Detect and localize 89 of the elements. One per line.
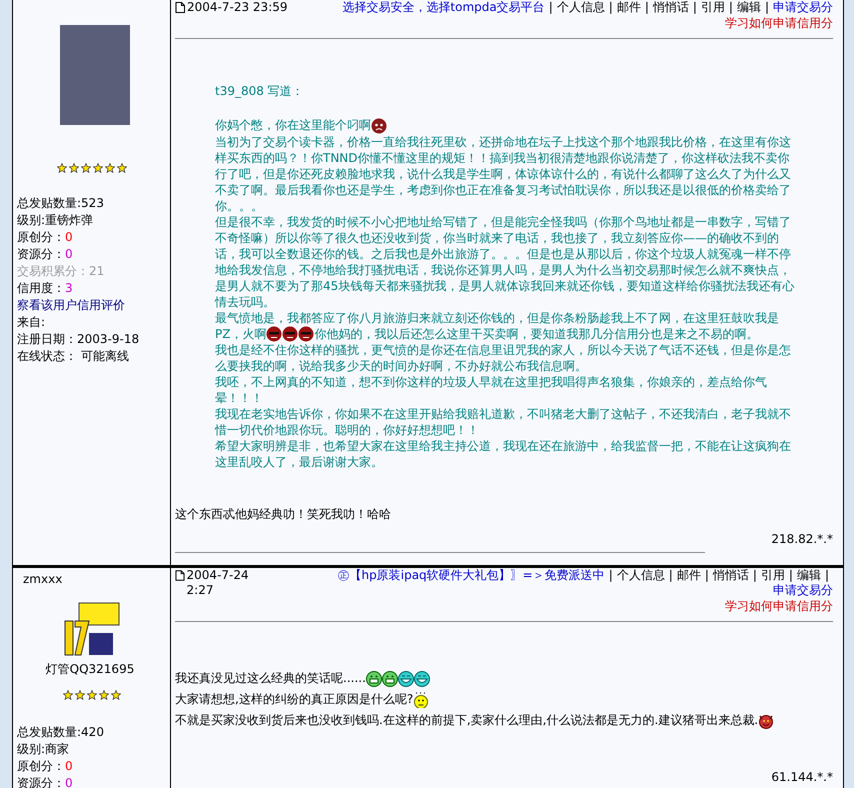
sunglasses-face-icon [266, 326, 282, 342]
separator: | [704, 568, 709, 582]
stat-text: 注册日期：2003-9-18 [17, 331, 140, 348]
stat-text: 来自: [17, 314, 46, 331]
quote-text: 但是很不幸，我发货的时候不小心把地址给写错了，但是能完全怪我吗（你那个鸟地址都是一串数字，写错了不奇怪嘛）所以你等了很久也还没收到货，你当时就来了电话，我也接了，我立刻答应你——的确收不到的话，我可以全数退还你的钱。之后我也是外出旅游了。。。但是也是从那以后，你这个垃圾人就冤魂一样不停地给我发信息，不停地给我打骚扰电话，我说你还算男人吗，是男人为什么当初交易那时候怎么就不爽快点，是男人就不要为了那45块钱每天都来骚扰我，是男人就体谅我回来就还你钱，要知道这样给你骚扰法我还有心情去玩吗。 [215, 214, 794, 309]
stat-text: 交易积累分：21 [17, 263, 106, 280]
quote-text: 我也是经不住你这样的骚扰，更气愤的是你还在信息里诅咒我的家人，所以今天说了气话不还钱，但是你是怎么要挟我的啊，说给我多少天的时间办好啊，不办好就公布我信息啊。 [215, 343, 791, 374]
stat-value: 0 [65, 759, 73, 773]
quote-text: 你他妈的，我以后还怎么这里干买卖啊，要知道我那几分信用分也是来之不易的啊。 [314, 326, 758, 341]
separator: | [692, 0, 697, 14]
separator: | [644, 0, 649, 14]
stat-text: 总发贴数量:420 [17, 724, 105, 741]
promo-link[interactable]: ㊣【hp原装ipaq软硬件大礼包】〗=＞免费派送中 [338, 568, 605, 582]
star-icon [105, 163, 115, 173]
action-link[interactable]: 个人信息 [556, 0, 605, 14]
separator: | [824, 568, 829, 582]
quote-text: 你妈个憋，你在这里能个叼啊 [215, 118, 371, 132]
ip-address: 61.144.*.* [771, 770, 833, 784]
quote-text: PZ，火啊 [215, 326, 266, 341]
action-link[interactable]: 邮件 [616, 0, 641, 14]
stat-value: 0 [65, 247, 73, 261]
star-icon [57, 163, 67, 173]
ip-address: 218.82.*.* [771, 532, 833, 546]
stat-value: 0 [65, 776, 73, 788]
quote-text: 最气愤地是，我都答应了你八月旅游归来就立刻还你钱的，但是你条粉肠趁我上不了网，在这里狂鼓吹我是 [215, 310, 779, 325]
action-link[interactable]: 悄悄话 [712, 568, 749, 582]
username: zmxxx [23, 572, 64, 587]
laughing-face-icon [414, 670, 430, 687]
star-icon [117, 163, 127, 173]
separator: | [608, 568, 613, 582]
star-icon [87, 690, 97, 700]
quote-text: 希望大家明辨是非，也希望大家在这里给我主持公道，我现在还在旅游中，给我监督一把，不能在让这疯狗在这里乱咬人了，最后谢谢大家。 [215, 439, 791, 470]
stat-value: 3 [65, 281, 73, 295]
star-icon [81, 163, 91, 173]
separator: | [548, 0, 553, 14]
star-icon [99, 690, 109, 700]
separator: | [752, 568, 757, 582]
devil-face-icon [758, 712, 774, 729]
grinning-face-icon [382, 670, 398, 687]
post-text: 大家请想想,这样的纠纷的真正原因是什么呢? [175, 692, 414, 706]
stat-text: 级别:商家 [17, 741, 70, 758]
action-link[interactable]: 引用 [700, 0, 725, 14]
post-date: 2004-7-23 23:59 [187, 0, 288, 15]
credit-rating-link[interactable]: 察看该用户信用评价 [17, 297, 170, 314]
action-link[interactable]: 编辑 [796, 568, 821, 582]
apply-credit-link[interactable]: 申请交易分 [773, 0, 833, 14]
sunglasses-face-icon [298, 326, 314, 342]
confused-face-icon [413, 692, 430, 708]
stat-label: 原创分： [17, 230, 65, 244]
stat-label: 信用度： [17, 281, 65, 295]
post-text: 不就是买家没收到货后来也没收到钱吗.在这样的前提下,卖家什么理由,什么说法都是无力的.建议猪哥出来总裁. [175, 713, 758, 727]
action-link[interactable]: 个人信息 [616, 568, 665, 582]
action-link[interactable]: 引用 [760, 568, 785, 582]
star-icon [63, 690, 73, 700]
promo-link[interactable]: 选择交易安全，选择tompda交易平台 [342, 0, 545, 14]
grinning-face-icon [366, 670, 382, 687]
quote-text: 我现在老实地告诉你，你如果不在这里开贴给我赔礼道歉，不叫猪老大删了这帖子，不还我清白，老子我就不惜一切代价地跟你玩。聪明的，你好好想想吧！！ [215, 407, 791, 438]
document-icon [175, 570, 185, 581]
stat-text: 在线状态： 可能离线 [17, 348, 130, 365]
action-link[interactable]: 悄悄话 [652, 0, 689, 14]
separator: | [728, 0, 733, 14]
action-link[interactable]: 编辑 [736, 0, 761, 14]
star-icon [93, 163, 103, 173]
stat-value: 0 [65, 230, 73, 244]
post-text: 我还真没见过这么经典的笑话呢...... [175, 671, 366, 685]
nickname: 灯管QQ321695 [44, 661, 136, 678]
stat-text: 级别:重镑炸弹 [17, 212, 94, 229]
apply-credit-link[interactable]: 申请交易分 [773, 583, 833, 597]
star-icon [69, 163, 79, 173]
sunglasses-face-icon [282, 326, 298, 342]
post-text: 这个东西忒他妈经典叻！笑死我叻！哈哈 [175, 507, 391, 522]
separator: | [608, 0, 613, 14]
separator: | [788, 568, 793, 582]
sad-face-icon [371, 118, 387, 134]
laughing-face-icon [398, 670, 414, 687]
star-icon [111, 690, 121, 700]
credit-help-link[interactable]: 学习如何申请信用分 [725, 16, 833, 30]
post-date: 2004-7-24 2:27 [186, 568, 250, 598]
separator: | [764, 0, 769, 14]
action-link[interactable]: 邮件 [676, 568, 701, 582]
quote-text: 当初为了交易个读卡器，价格一直给我往死里砍，还拼命地在坛子上找这个那个地跟我比价格，在这里有你这样买东西的吗？！你TNND你懂不懂这里的规矩！！搞到我当初很清楚地跟你说清楚了，你这样砍法我不卖你行了吧，但是你还死皮赖脸地求我，说什么我是学生啊，体谅体谅什么的，有说什么都聊了这么久了为什么又不卖了啊。最后我看你也还是学生，考虑到你也正在准备复习考试怕耽误你，所以我还是以很低的价格卖给了你。。。 [215, 134, 791, 213]
stat-text: 总发贴数量:523 [17, 195, 105, 212]
quote-author: t39_808 写道： [215, 83, 305, 99]
star-icon [75, 690, 85, 700]
stat-label: 原创分： [17, 759, 65, 773]
separator: | [668, 568, 673, 582]
stat-label: 资源分： [17, 247, 65, 261]
credit-help-link[interactable]: 学习如何申请信用分 [725, 599, 833, 613]
quote-text: 我呸，不上网真的不知道，想不到你这样的垃圾人早就在这里把我唱得声名狼集，你娘亲的，差点给你气晕！！！ [215, 375, 767, 406]
